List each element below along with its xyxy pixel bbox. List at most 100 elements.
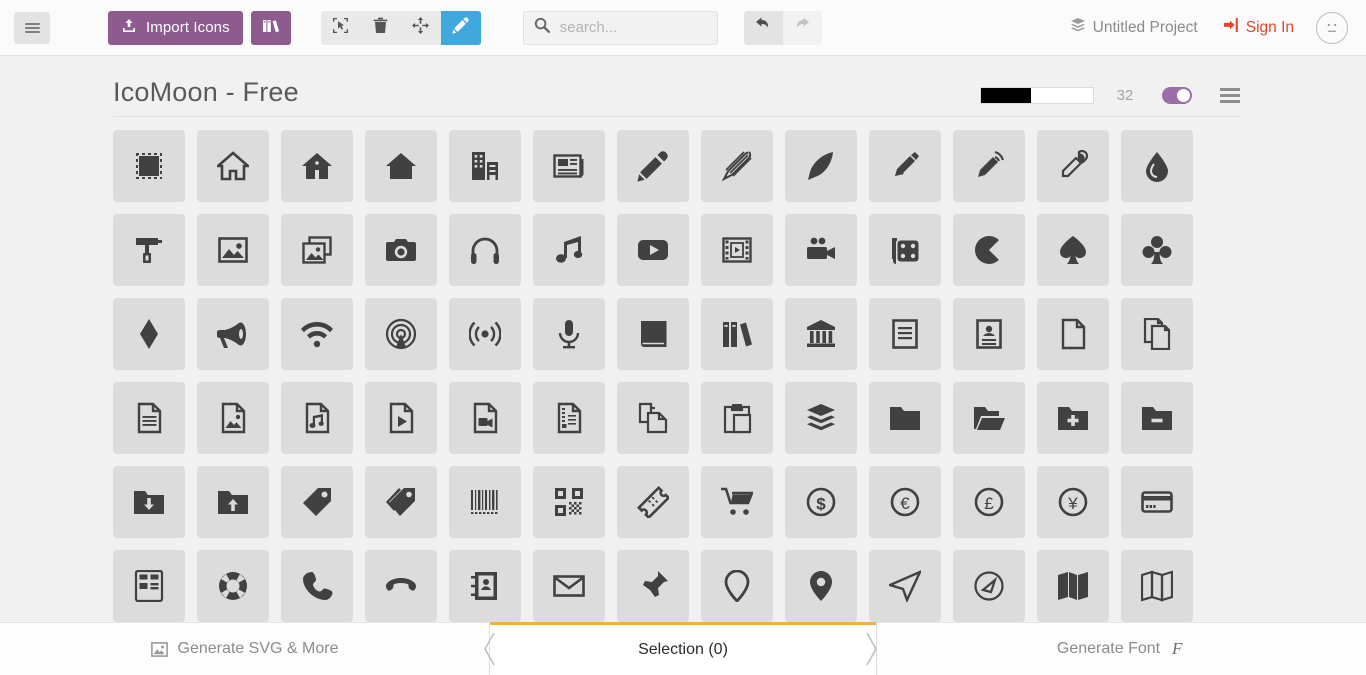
delete-tool-button[interactable] (361, 11, 401, 45)
icon-cell[interactable] (1121, 550, 1193, 622)
icon-cell[interactable] (449, 298, 521, 370)
icon-cell[interactable] (869, 550, 941, 622)
set-visibility-toggle[interactable] (1162, 87, 1192, 104)
icon-cell[interactable] (701, 130, 773, 202)
icon-cell[interactable] (701, 298, 773, 370)
icon-cell[interactable] (869, 382, 941, 454)
icon-cell[interactable] (449, 130, 521, 202)
edit-tool-button[interactable] (440, 10, 481, 45)
icon-cell[interactable] (617, 550, 689, 622)
icon-cell[interactable] (365, 214, 437, 286)
icon-library-button[interactable] (250, 10, 291, 45)
icon-cell[interactable] (113, 214, 185, 286)
icon-cell[interactable] (953, 298, 1025, 370)
icon-cell[interactable] (113, 298, 185, 370)
icon-cell[interactable] (1121, 130, 1193, 202)
icon-cell[interactable] (281, 466, 353, 538)
icon-cell[interactable] (281, 550, 353, 622)
set-menu-button[interactable] (1220, 85, 1240, 106)
icon-cell[interactable]: $ (785, 466, 857, 538)
icon-cell[interactable]: € (869, 466, 941, 538)
icon-cell[interactable] (701, 382, 773, 454)
icon-cell[interactable] (953, 130, 1025, 202)
icon-cell[interactable] (785, 550, 857, 622)
icon-cell[interactable] (617, 298, 689, 370)
icon-cell[interactable] (1121, 298, 1193, 370)
icon-cell[interactable] (785, 298, 857, 370)
icon-cell[interactable] (701, 466, 773, 538)
icon-cell[interactable] (197, 298, 269, 370)
icon-cell[interactable] (785, 382, 857, 454)
icon-size-slider[interactable] (980, 87, 1094, 104)
icon-cell[interactable] (533, 298, 605, 370)
icon-cell[interactable] (281, 298, 353, 370)
move-tool-button[interactable] (401, 11, 441, 45)
icon-cell[interactable] (113, 466, 185, 538)
icon-cell[interactable] (1037, 550, 1109, 622)
icon-cell[interactable] (533, 382, 605, 454)
search-input[interactable] (557, 18, 708, 37)
icon-cell[interactable] (953, 550, 1025, 622)
icon-cell[interactable] (617, 130, 689, 202)
icon-cell[interactable] (953, 382, 1025, 454)
icon-cell[interactable] (701, 214, 773, 286)
icon-cell[interactable] (1037, 214, 1109, 286)
main-menu-button[interactable] (14, 11, 50, 44)
undo-button[interactable] (743, 10, 783, 45)
icon-cell[interactable] (533, 550, 605, 622)
icon-cell[interactable] (449, 382, 521, 454)
import-icons-button[interactable]: Import Icons (108, 10, 243, 45)
icon-cell[interactable] (533, 466, 605, 538)
icon-cell[interactable] (617, 214, 689, 286)
icon-cell[interactable] (197, 382, 269, 454)
icon-cell[interactable] (365, 466, 437, 538)
avatar[interactable] (1316, 11, 1348, 44)
icon-cell[interactable] (785, 214, 857, 286)
generate-font-tab[interactable]: Generate Font F (876, 622, 1366, 675)
search-box[interactable] (522, 10, 718, 45)
select-tool-button[interactable] (321, 11, 361, 45)
icon-cell[interactable] (617, 382, 689, 454)
prev-pane-chevron-icon[interactable] (479, 622, 501, 675)
icon-cell[interactable] (197, 550, 269, 622)
icon-cell[interactable] (785, 130, 857, 202)
icon-cell[interactable] (449, 466, 521, 538)
sign-in-button[interactable]: Sign In (1222, 17, 1294, 38)
icon-cell[interactable] (197, 466, 269, 538)
icon-cell[interactable] (281, 130, 353, 202)
icon-cell[interactable] (197, 130, 269, 202)
redo-button[interactable] (782, 10, 822, 45)
icon-cell[interactable] (365, 130, 437, 202)
next-pane-chevron-icon[interactable] (860, 622, 882, 675)
icon-cell[interactable] (1037, 298, 1109, 370)
icon-cell[interactable] (533, 214, 605, 286)
icon-cell[interactable] (1121, 214, 1193, 286)
icon-cell[interactable] (617, 466, 689, 538)
icon-cell[interactable] (533, 130, 605, 202)
icon-cell[interactable] (1037, 382, 1109, 454)
icon-cell[interactable] (281, 382, 353, 454)
icon-cell[interactable] (1037, 130, 1109, 202)
icon-cell[interactable] (701, 550, 773, 622)
icon-cell[interactable] (113, 382, 185, 454)
icon-cell[interactable] (869, 130, 941, 202)
icon-cell[interactable] (449, 214, 521, 286)
icon-cell[interactable] (113, 130, 185, 202)
icon-cell[interactable] (365, 550, 437, 622)
icon-cell[interactable] (1121, 382, 1193, 454)
icon-cell[interactable]: ¥ (1037, 466, 1109, 538)
icon-cell[interactable] (869, 214, 941, 286)
icon-cell[interactable] (869, 298, 941, 370)
icon-cell[interactable] (449, 550, 521, 622)
icon-cell[interactable] (365, 382, 437, 454)
icon-cell[interactable]: £ (953, 466, 1025, 538)
icon-cell[interactable] (953, 214, 1025, 286)
icon-cell[interactable] (1121, 466, 1193, 538)
icon-cell[interactable] (281, 214, 353, 286)
icon-cell[interactable] (113, 550, 185, 622)
selection-tab[interactable]: Selection (0) (490, 622, 876, 675)
project-button[interactable]: Untitled Project (1070, 17, 1198, 38)
icon-cell[interactable] (365, 298, 437, 370)
generate-svg-tab[interactable]: Generate SVG & More (0, 622, 490, 675)
icon-cell[interactable] (197, 214, 269, 286)
